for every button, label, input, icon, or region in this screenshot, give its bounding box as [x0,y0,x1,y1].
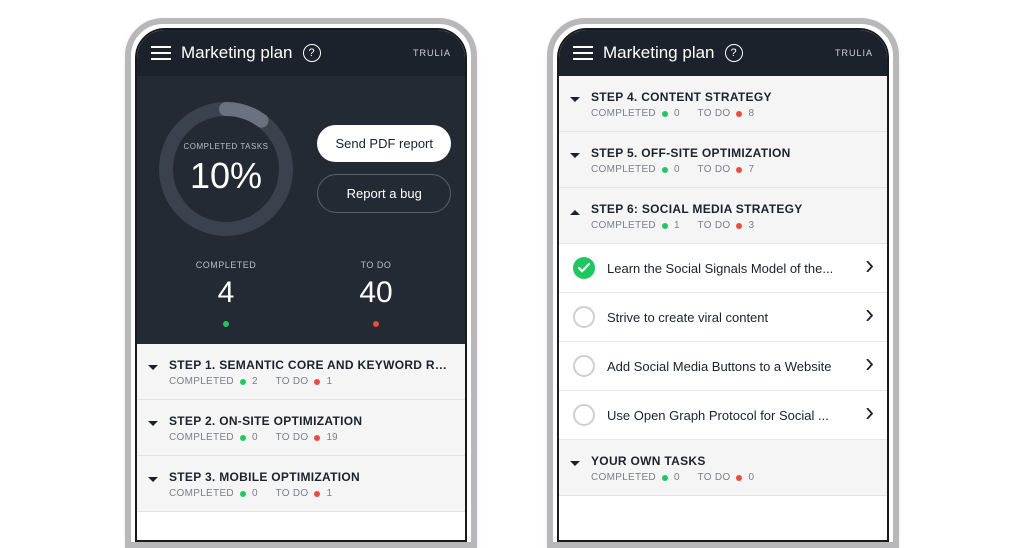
dot-green-icon [240,379,246,385]
circle-icon[interactable] [573,306,595,328]
stat-todo: TO DO 40 [301,260,451,332]
dot-red-icon [736,475,742,481]
dot-green-icon [662,475,668,481]
app-header: Marketing plan ? TRULIA [137,30,465,76]
step-title: STEP 1. SEMANTIC CORE AND KEYWORD RE... [169,358,449,372]
dot-red-icon [314,435,320,441]
step-meta: COMPLETED 0 TO DO 0 [591,472,871,483]
page-title: Marketing plan [181,43,293,63]
step-row[interactable]: STEP 4. CONTENT STRATEGY COMPLETED 0 TO … [559,76,887,132]
step-row[interactable]: STEP 3. MOBILE OPTIMIZATION COMPLETED 0 … [137,456,465,512]
help-icon[interactable]: ? [725,44,743,62]
chevron-up-icon [569,206,581,218]
step-meta: COMPLETED 2 TO DO 1 [169,376,449,387]
dot-red-icon [373,321,379,327]
task-title: Strive to create viral content [607,310,854,325]
step-row[interactable]: STEP 5. OFF-SITE OPTIMIZATION COMPLETED … [559,132,887,188]
chevron-down-icon [147,362,159,374]
progress-value: 10% [190,155,262,197]
chevron-right-icon [866,259,873,277]
step-row[interactable]: STEP 1. SEMANTIC CORE AND KEYWORD RE... … [137,344,465,400]
dot-red-icon [314,491,320,497]
brand-label: TRULIA [413,48,451,58]
task-title: Use Open Graph Protocol for Social ... [607,408,854,423]
chevron-right-icon [866,357,873,375]
step-title: STEP 5. OFF-SITE OPTIMIZATION [591,146,871,160]
dot-green-icon [240,491,246,497]
dot-green-icon [662,167,668,173]
steps-list-left: STEP 1. SEMANTIC CORE AND KEYWORD RE... … [137,344,465,512]
task-row[interactable]: Strive to create viral content [559,293,887,342]
screen-left: Marketing plan ? TRULIA COMPLETED TASKS … [135,28,467,542]
progress-label: COMPLETED TASKS [184,142,269,151]
phone-right: Marketing plan ? TRULIA STEP 4. CONTENT … [547,18,899,548]
chevron-down-icon [569,150,581,162]
progress-ring: COMPLETED TASKS 10% [151,94,301,244]
hamburger-icon[interactable] [151,46,171,60]
step-meta: COMPLETED 0 TO DO 7 [591,164,871,175]
circle-icon[interactable] [573,404,595,426]
chevron-right-icon [866,406,873,424]
dot-red-icon [736,167,742,173]
screen-right: Marketing plan ? TRULIA STEP 4. CONTENT … [557,28,889,542]
phone-left: Marketing plan ? TRULIA COMPLETED TASKS … [125,18,477,548]
dot-red-icon [736,223,742,229]
stat-completed-value: 4 [151,276,301,310]
step-row[interactable]: YOUR OWN TASKS COMPLETED 0 TO DO 0 [559,440,887,496]
dot-green-icon [662,111,668,117]
help-icon[interactable]: ? [303,44,321,62]
stat-todo-value: 40 [301,276,451,310]
step-meta: COMPLETED 0 TO DO 8 [591,108,871,119]
task-title: Learn the Social Signals Model of the... [607,261,854,276]
task-row[interactable]: Add Social Media Buttons to a Website [559,342,887,391]
task-row[interactable]: Use Open Graph Protocol for Social ... [559,391,887,440]
circle-icon[interactable] [573,355,595,377]
dot-red-icon [314,379,320,385]
brand-label: TRULIA [835,48,873,58]
step-meta: COMPLETED 1 TO DO 3 [591,220,871,231]
step-row[interactable]: STEP 2. ON-SITE OPTIMIZATION COMPLETED 0… [137,400,465,456]
dot-red-icon [736,111,742,117]
step-title: STEP 4. CONTENT STRATEGY [591,90,871,104]
step-title: YOUR OWN TASKS [591,454,871,468]
step-row[interactable]: STEP 6: SOCIAL MEDIA STRATEGY COMPLETED … [559,188,887,244]
stat-completed-label: COMPLETED [151,260,301,270]
tasks-list: Learn the Social Signals Model of the...… [559,244,887,440]
dot-green-icon [662,223,668,229]
chevron-right-icon [866,308,873,326]
stat-todo-label: TO DO [301,260,451,270]
report-bug-button[interactable]: Report a bug [317,174,451,213]
step-title: STEP 6: SOCIAL MEDIA STRATEGY [591,202,871,216]
step-meta: COMPLETED 0 TO DO 19 [169,432,449,443]
stat-completed: COMPLETED 4 [151,260,301,332]
chevron-down-icon [569,458,581,470]
task-title: Add Social Media Buttons to a Website [607,359,854,374]
step-title: STEP 3. MOBILE OPTIMIZATION [169,470,449,484]
app-header: Marketing plan ? TRULIA [559,30,887,76]
step-meta: COMPLETED 0 TO DO 1 [169,488,449,499]
chevron-down-icon [147,474,159,486]
chevron-down-icon [147,418,159,430]
dot-green-icon [240,435,246,441]
steps-list-right: STEP 4. CONTENT STRATEGY COMPLETED 0 TO … [559,76,887,244]
steps-list-own: YOUR OWN TASKS COMPLETED 0 TO DO 0 [559,440,887,496]
dashboard-panel: COMPLETED TASKS 10% Send PDF report Repo… [137,76,465,344]
hamburger-icon[interactable] [573,46,593,60]
page-title: Marketing plan [603,43,715,63]
send-pdf-button[interactable]: Send PDF report [317,125,451,162]
task-row[interactable]: Learn the Social Signals Model of the... [559,244,887,293]
chevron-down-icon [569,94,581,106]
dot-green-icon [223,321,229,327]
step-title: STEP 2. ON-SITE OPTIMIZATION [169,414,449,428]
checkmark-icon[interactable] [573,257,595,279]
